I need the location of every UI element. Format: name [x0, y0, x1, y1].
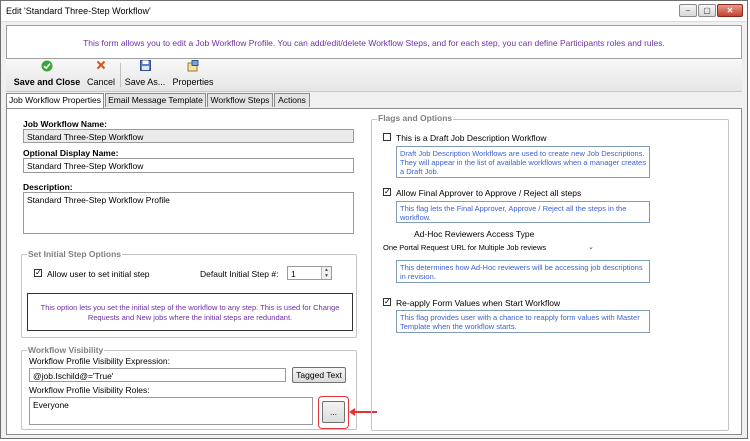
allow-initial-step-label: Allow user to set initial step — [47, 269, 150, 279]
title-bar: Edit 'Standard Three-Step Workflow' – ▢ … — [1, 1, 747, 22]
toolbar-divider — [120, 63, 121, 87]
reapply-form-checkbox[interactable]: ✓ — [383, 298, 391, 306]
final-approver-label: Allow Final Approver to Approve / Reject… — [396, 188, 582, 198]
draft-workflow-note: Draft Job Description Workflows are used… — [396, 146, 650, 178]
tab-job-workflow-properties[interactable]: Job Workflow Properties — [6, 93, 104, 109]
reapply-form-label: Re-apply Form Values when Start Workflow — [396, 298, 561, 308]
close-window-button[interactable]: ✕ — [717, 4, 743, 17]
visibility-roles-field[interactable]: Everyone — [29, 397, 313, 425]
banner-text: This form allows you to edit a Job Workf… — [83, 38, 665, 48]
maximize-button[interactable]: ▢ — [698, 4, 716, 17]
save-check-icon — [12, 60, 82, 74]
visibility-roles-label: Workflow Profile Visibility Roles: — [29, 385, 150, 395]
description-textarea[interactable]: Standard Three-Step Workflow Profile — [23, 192, 354, 234]
save-as-label: Save As... — [124, 77, 166, 87]
window-title: Edit 'Standard Three-Step Workflow' — [6, 6, 151, 16]
visibility-group-title: Workflow Visibility — [27, 345, 105, 355]
initial-step-note: This option lets you set the initial ste… — [40, 303, 340, 322]
adhoc-access-note: This determines how Ad-Hoc reviewers wil… — [396, 260, 650, 283]
minimize-button[interactable]: – — [679, 4, 697, 17]
draft-workflow-label: This is a Draft Job Description Workflow — [396, 133, 547, 143]
properties-panel: Job Workflow Name: Standard Three-Step W… — [6, 108, 742, 435]
display-name-input[interactable]: Standard Three-Step Workflow — [23, 158, 354, 173]
final-approver-checkbox[interactable]: ✓ — [383, 188, 391, 196]
save-and-close-label: Save and Close — [13, 77, 81, 87]
flags-options-title: Flags and Options — [377, 113, 454, 123]
edit-workflow-window: Edit 'Standard Three-Step Workflow' – ▢ … — [0, 0, 748, 439]
draft-workflow-checkbox[interactable] — [383, 133, 391, 141]
properties-label: Properties — [172, 77, 214, 87]
cancel-label: Cancel — [86, 77, 115, 87]
default-step-spinner[interactable]: 1 ▲ ▼ — [287, 266, 332, 280]
pointer-arrow-icon — [349, 408, 355, 416]
chevron-down-icon[interactable]: ⌄ — [588, 243, 594, 251]
tab-email-message-template[interactable]: Email Message Template — [105, 93, 206, 107]
tab-actions[interactable]: Actions — [274, 93, 310, 107]
visibility-expression-input[interactable]: @job.Ischild@='True' — [29, 368, 286, 382]
final-approver-note: This flag lets the Final Approver, Appro… — [396, 201, 650, 223]
tab-workflow-steps[interactable]: Workflow Steps — [207, 93, 273, 107]
workflow-name-label: Job Workflow Name: — [23, 119, 107, 129]
toolbar: Save and Close Cancel Save As... Propert… — [6, 59, 742, 92]
adhoc-access-dropdown[interactable]: One Portal Request URL for Multiple Job … — [383, 243, 597, 255]
properties-button[interactable]: Properties — [170, 60, 216, 90]
save-and-close-button[interactable]: Save and Close — [12, 60, 82, 90]
properties-icon — [170, 60, 216, 74]
info-banner: This form allows you to edit a Job Workf… — [6, 25, 742, 59]
visibility-expression-label: Workflow Profile Visibility Expression: — [29, 356, 170, 366]
cancel-button[interactable]: Cancel — [86, 60, 116, 90]
reapply-form-note: This flag provides user with a chance to… — [396, 310, 650, 333]
save-as-button[interactable]: Save As... — [123, 60, 167, 90]
tagged-text-button[interactable]: Tagged Text — [292, 367, 346, 383]
adhoc-access-label: Ad-Hoc Reviewers Access Type — [414, 229, 535, 239]
spinner-arrows-icon[interactable]: ▲ ▼ — [321, 267, 331, 279]
default-step-value: 1 — [291, 269, 296, 279]
cancel-x-icon — [86, 60, 116, 74]
initial-step-note-box: This option lets you set the initial ste… — [27, 293, 353, 331]
workflow-name-field: Standard Three-Step Workflow — [23, 129, 354, 143]
default-step-label: Default Initial Step #: — [200, 269, 279, 279]
initial-step-group-title: Set Initial Step Options — [27, 249, 123, 259]
roles-browse-button[interactable]: ... — [322, 401, 345, 423]
floppy-disk-icon — [123, 60, 167, 74]
adhoc-access-value: One Portal Request URL for Multiple Job … — [383, 243, 547, 252]
description-label: Description: — [23, 182, 73, 192]
allow-initial-step-checkbox[interactable]: ✓ — [34, 269, 42, 277]
display-name-label: Optional Display Name: — [23, 148, 119, 158]
